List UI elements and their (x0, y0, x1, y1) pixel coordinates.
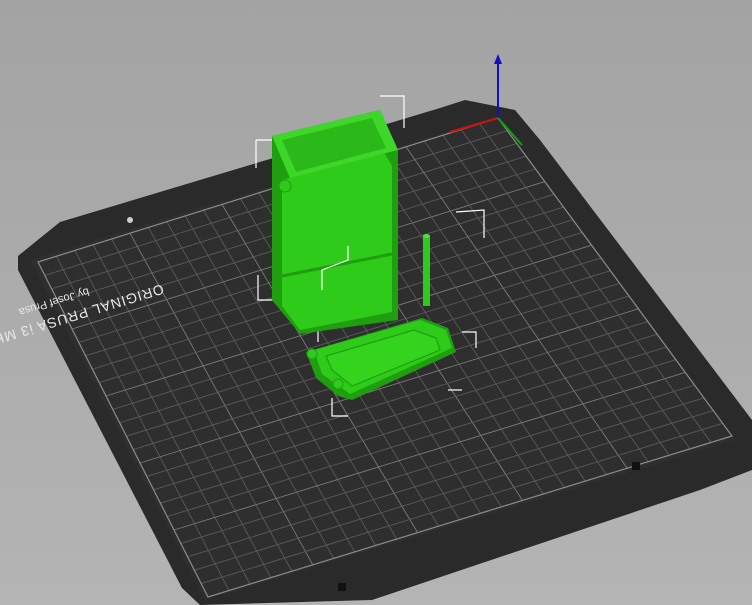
z-axis-arrow (494, 54, 502, 64)
pin-body (423, 236, 430, 306)
scene: ORIGINAL PRUSA i3 MK3 by Josef Prusa (0, 54, 752, 605)
box-front (282, 152, 392, 330)
box-body[interactable] (272, 110, 398, 334)
bed-hole (127, 217, 133, 223)
box-hinge (278, 179, 292, 193)
bed-notch (632, 462, 640, 470)
lid-hinge (332, 378, 344, 390)
3d-viewport[interactable]: ORIGINAL PRUSA i3 MK3 by Josef Prusa (0, 0, 752, 605)
bed-notch (338, 583, 346, 591)
pin[interactable] (423, 234, 430, 306)
lid-hinge (306, 348, 318, 360)
pin-top (423, 234, 430, 238)
